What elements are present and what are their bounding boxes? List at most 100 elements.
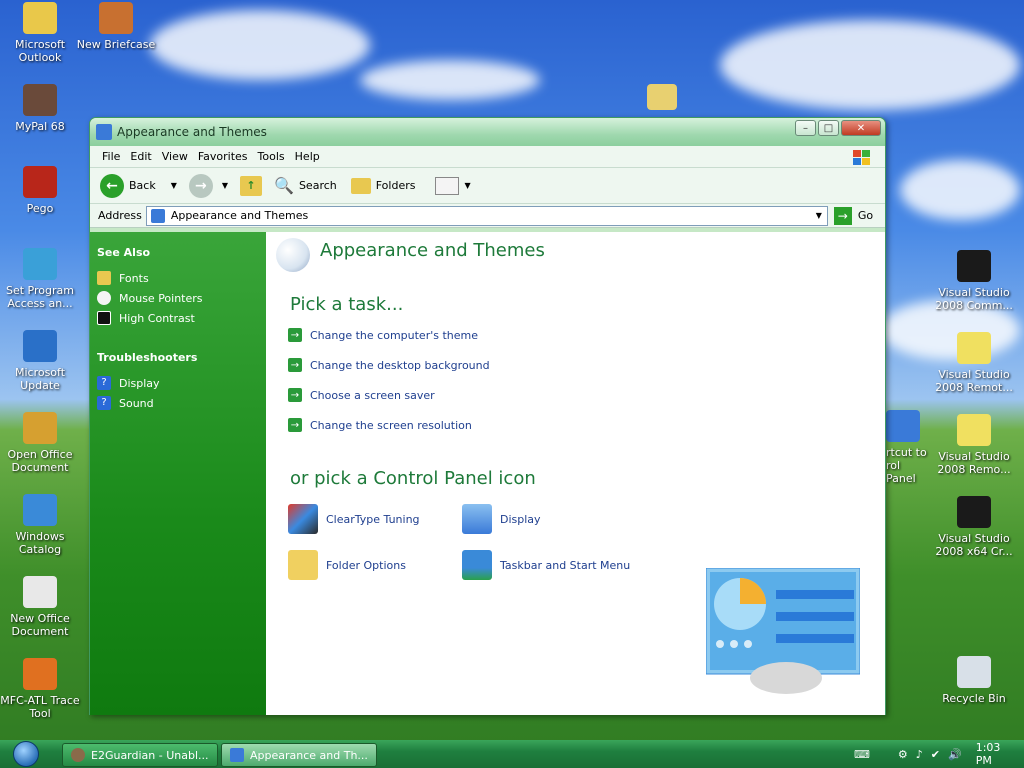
desktop-icon-1[interactable]: Visual Studio 2008 Comm...: [934, 250, 1014, 312]
display-icon: [462, 504, 492, 534]
desktop-icon-label: 2008 Remo...: [937, 463, 1011, 476]
menu-file[interactable]: File: [100, 150, 128, 163]
desktop-icon-mfc-atl-trace[interactable]: MFC-ATL Trace Tool: [0, 658, 80, 720]
desktop-icon-label: Recycle Bin: [942, 692, 1006, 705]
desktop-icon-label: MFC-ATL Trace: [0, 694, 80, 707]
menu-favorites[interactable]: Favorites: [196, 150, 256, 163]
help-icon: ?: [97, 396, 111, 410]
back-button[interactable]: ← Back ▼: [100, 173, 177, 198]
task-label: Change the screen resolution: [310, 418, 472, 432]
desktop-icon-label: Catalog: [18, 543, 62, 556]
sidebar-item-mouse-pointers[interactable]: Mouse Pointers: [97, 291, 266, 305]
menu-bar: File Edit View Favorites Tools Help: [90, 146, 885, 168]
sidebar-item-label: Display: [119, 376, 160, 390]
search-label: Search: [298, 179, 337, 192]
cp-icon-folder-options[interactable]: Folder Options: [288, 550, 406, 580]
folder-options-icon: [288, 550, 318, 580]
window-title: Appearance and Themes: [117, 125, 267, 139]
folders-icon: [350, 177, 371, 194]
desktop-icon-4[interactable]: Visual Studio 2008 x64 Cr...: [934, 496, 1014, 558]
forward-button[interactable]: → ▼: [188, 173, 228, 198]
desktop-icon-5[interactable]: Recycle Bin: [934, 656, 1014, 705]
recycle-bin-icon: [957, 656, 991, 688]
start-button[interactable]: [0, 740, 52, 768]
task-screen-resolution[interactable]: → Change the screen resolution: [288, 418, 472, 432]
safely-remove-icon[interactable]: ✔: [931, 748, 940, 761]
cp-icon-label: Display: [500, 512, 541, 526]
sidebar-item-label: Mouse Pointers: [119, 291, 203, 305]
sidebar-item-fonts[interactable]: Fonts: [97, 271, 266, 285]
desktop-icon-mypal[interactable]: MyPal 68: [0, 84, 80, 133]
clock[interactable]: 1:03 PM: [976, 741, 1014, 767]
desktop-icon-microsoft-update[interactable]: Microsoft Update: [0, 330, 80, 392]
cp-icon-taskbar-start-menu[interactable]: Taskbar and Start Menu: [462, 550, 630, 580]
sidebar-item-sound[interactable]: ? Sound: [97, 396, 266, 410]
go-button[interactable]: → Go: [833, 206, 873, 225]
task-screen-saver[interactable]: → Choose a screen saver: [288, 388, 435, 402]
desktop-icon-2[interactable]: Visual Studio 2008 Remot...: [934, 332, 1014, 394]
high-contrast-icon: [97, 311, 111, 325]
windows-catalog-icon: [23, 494, 57, 526]
desktop-icon-open-office-document[interactable]: Open Office Document: [0, 412, 80, 474]
outlook-icon: [23, 2, 57, 34]
sidebar-item-high-contrast[interactable]: High Contrast: [97, 311, 266, 325]
minimize-button[interactable]: –: [795, 120, 816, 136]
desktop-icon-label: Access an...: [7, 297, 73, 310]
set-program-access-icon: [23, 248, 57, 280]
desktop-icon-3[interactable]: Visual Studio 2008 Remo...: [934, 414, 1014, 476]
desktop-icon-label: Set Program: [6, 284, 74, 297]
desktop-icon-zip-folder[interactable]: [622, 84, 702, 114]
briefcase-icon: [99, 2, 133, 34]
forward-dropdown-icon[interactable]: ▼: [222, 181, 228, 190]
folders-button[interactable]: Folders: [350, 177, 415, 194]
main-content: Appearance and Themes Pick a task... → Ch…: [266, 232, 885, 715]
up-folder-button[interactable]: ↑: [240, 175, 263, 196]
desktop-icon-label: 2008 Remot...: [935, 381, 1013, 394]
taskbar-button-appearance-themes[interactable]: Appearance and Th...: [221, 743, 377, 767]
page-title: Appearance and Themes: [320, 240, 545, 261]
sidebar-item-label: High Contrast: [119, 311, 195, 325]
task-arrow-icon: →: [288, 358, 302, 372]
windows-flag-icon: [847, 148, 877, 168]
back-arrow-icon: ←: [100, 173, 124, 198]
address-input[interactable]: Appearance and Themes ▼: [145, 205, 828, 226]
taskbar: E2Guardian - Unabl... Appearance and Th.…: [0, 740, 1024, 768]
desktop-icon-pego[interactable]: Pego: [0, 166, 80, 215]
maximize-button[interactable]: □: [818, 120, 839, 136]
window-titlebar[interactable]: Appearance and Themes – □ ✕: [90, 118, 885, 146]
speaker-icon[interactable]: 🔊: [948, 748, 962, 761]
desktop-icon-label: 2008 Comm...: [935, 299, 1013, 312]
task-label: Choose a screen saver: [310, 388, 435, 402]
views-dropdown-icon: ▼: [464, 181, 471, 190]
task-change-background[interactable]: → Change the desktop background: [288, 358, 490, 372]
search-button[interactable]: 🔍 Search: [274, 176, 337, 195]
taskbar-button-e2guardian[interactable]: E2Guardian - Unabl...: [62, 743, 218, 767]
desktop-icon-outlook[interactable]: Microsoft Outlook: [0, 2, 80, 64]
desktop-icon-new-office-document[interactable]: New Office Document: [0, 576, 80, 638]
desktop-icon-new-briefcase[interactable]: New Briefcase: [76, 2, 156, 51]
mouse-pointers-icon: [97, 291, 111, 305]
back-dropdown-icon[interactable]: ▼: [171, 181, 177, 190]
cp-icon-cleartype-tuning[interactable]: ClearType Tuning: [288, 504, 420, 534]
address-dropdown-icon[interactable]: ▼: [811, 207, 827, 225]
task-change-theme[interactable]: → Change the computer's theme: [288, 328, 478, 342]
address-value: Appearance and Themes: [170, 209, 309, 222]
cp-icon-display[interactable]: Display: [462, 504, 541, 534]
task-arrow-icon: →: [288, 328, 302, 342]
desktop-icon-windows-catalog[interactable]: Windows Catalog: [0, 494, 80, 556]
menu-view[interactable]: View: [160, 150, 196, 163]
menu-edit[interactable]: Edit: [128, 150, 159, 163]
cp-icon-label: ClearType Tuning: [326, 512, 420, 526]
mfc-atl-trace-icon: [23, 658, 57, 690]
desktop-icon-label: Open Office: [7, 448, 73, 461]
keyboard-icon[interactable]: ⌨: [854, 748, 870, 761]
desktop-icon-set-program-access[interactable]: Set Program Access an...: [0, 248, 80, 310]
volume-icon[interactable]: ♪: [916, 748, 923, 761]
network-icon[interactable]: ⚙: [898, 748, 908, 761]
menu-tools[interactable]: Tools: [256, 150, 293, 163]
views-button[interactable]: ▼: [435, 176, 471, 195]
sidebar-item-display[interactable]: ? Display: [97, 376, 266, 390]
e2guardian-icon: [71, 748, 85, 762]
close-button[interactable]: ✕: [841, 120, 881, 136]
menu-help[interactable]: Help: [293, 150, 328, 163]
